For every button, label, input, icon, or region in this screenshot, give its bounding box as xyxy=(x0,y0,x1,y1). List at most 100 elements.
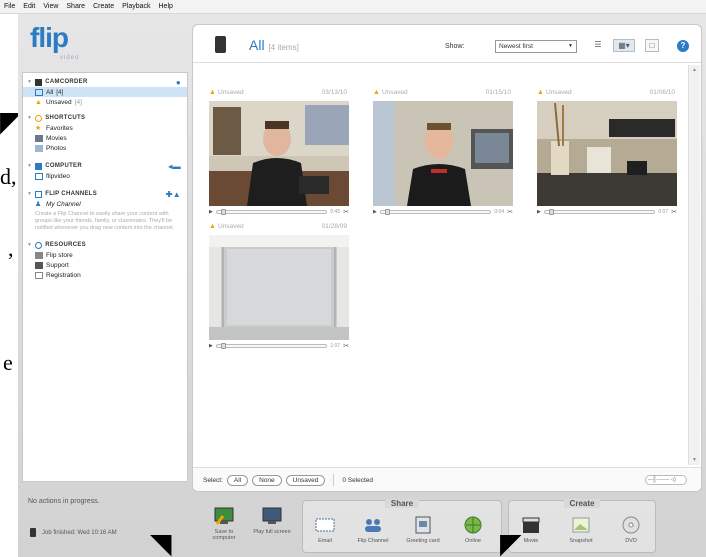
clip-card[interactable]: ▲ Unsaved 01/06/10 ▶ 0:07 ✂ xyxy=(537,89,677,217)
action-label: Email xyxy=(318,538,332,544)
clip-thumbnail[interactable] xyxy=(537,101,677,206)
seek-handle[interactable] xyxy=(384,209,390,215)
play-full-screen-button[interactable]: Play full screen xyxy=(252,506,292,535)
sidebar-item-movies[interactable]: Movies xyxy=(23,133,187,143)
menu-playback[interactable]: Playback xyxy=(122,3,150,10)
seek-bar[interactable] xyxy=(379,209,492,215)
volume-slider[interactable]: ─╢─── ◃) xyxy=(645,475,687,485)
sidebar-item-all[interactable]: All [4] xyxy=(23,87,187,97)
vertical-scrollbar[interactable]: ▲ ▼ xyxy=(688,65,700,465)
list-view-icon[interactable]: ☰ xyxy=(591,39,605,52)
clip-status: Unsaved xyxy=(217,223,244,230)
clip-player: ▶ 0:45 ✂ xyxy=(209,208,349,216)
sidebar-item-label: Favorites xyxy=(46,124,73,132)
star-icon: ★ xyxy=(35,124,42,132)
grid-view-icon[interactable]: ▦▾ xyxy=(613,39,635,52)
selection-bar: Select: All None Unsaved 0 Selected ─╢──… xyxy=(193,467,701,491)
section-shortcuts[interactable]: ▼ SHORTCUTS xyxy=(23,113,187,123)
create-snapshot-button[interactable]: Snapshot xyxy=(561,515,601,544)
trim-icon[interactable]: ✂ xyxy=(507,208,513,216)
scroll-up-icon[interactable]: ▲ xyxy=(689,65,700,75)
sidebar-item-count: [4] xyxy=(74,98,82,106)
single-view-icon[interactable]: □ xyxy=(645,39,659,52)
divider xyxy=(333,474,335,486)
clip-thumbnail[interactable] xyxy=(373,101,513,206)
menu-edit[interactable]: Edit xyxy=(23,3,35,10)
select-none-button[interactable]: None xyxy=(252,474,282,486)
seek-bar[interactable] xyxy=(215,209,328,215)
seek-handle[interactable] xyxy=(220,343,226,349)
play-icon[interactable]: ▶ xyxy=(373,209,377,215)
section-resources[interactable]: ▼ RESOURCES xyxy=(23,240,187,250)
collapse-icon[interactable]: ▼ xyxy=(27,191,32,197)
seek-handle[interactable] xyxy=(548,209,554,215)
help-icon[interactable]: ? xyxy=(677,40,689,52)
play-icon[interactable]: ▶ xyxy=(209,343,213,349)
channel-icon xyxy=(35,190,43,198)
sidebar-item-unsaved[interactable]: ▲ Unsaved [4] xyxy=(23,97,187,107)
job-text: Job finished: Wed 10:16 AM xyxy=(42,529,117,536)
people-icon xyxy=(365,519,381,532)
play-icon[interactable]: ▶ xyxy=(537,209,541,215)
create-title: Create xyxy=(509,499,655,508)
trim-icon[interactable]: ✂ xyxy=(343,342,349,350)
share-title-text: Share xyxy=(384,499,420,508)
section-title: RESOURCES xyxy=(45,242,86,248)
share-online-button[interactable]: Online xyxy=(453,515,493,544)
sidebar-item-photos[interactable]: Photos xyxy=(23,143,187,153)
share-flip-channel-button[interactable]: Flip Channel xyxy=(353,515,393,544)
clip-thumbnail[interactable] xyxy=(209,101,349,206)
clip-card[interactable]: ▲ Unsaved 01/28/09 ▶ 1:07 ✂ xyxy=(209,223,349,351)
sidebar-item-my-channel[interactable]: ♟ My Channel xyxy=(23,199,187,209)
seek-bar[interactable] xyxy=(543,209,656,215)
photo-icon xyxy=(35,144,43,152)
clapboard-icon xyxy=(522,517,540,533)
seek-bar[interactable] xyxy=(215,343,328,349)
trim-icon[interactable]: ✂ xyxy=(671,208,677,216)
sidebar-item-favorites[interactable]: ★ Favorites xyxy=(23,123,187,133)
clip-thumbnail[interactable] xyxy=(209,235,349,340)
select-unsaved-button[interactable]: Unsaved xyxy=(285,474,326,486)
section-flip-channels[interactable]: ▼ FLIP CHANNELS ✚▲ xyxy=(23,189,187,199)
sort-dropdown[interactable]: Newest first ▼ xyxy=(495,40,577,53)
section-camcorder[interactable]: ▼ CAMCORDER ● xyxy=(23,77,187,87)
person-icon: ♟ xyxy=(35,200,42,208)
menu-create[interactable]: Create xyxy=(93,3,114,10)
clip-date: 01/28/09 xyxy=(321,223,347,230)
clip-duration: 1:07 xyxy=(330,343,341,349)
eject-icon[interactable]: ● xyxy=(176,78,181,87)
clip-card[interactable]: ▲ Unsaved 03/13/10 ▶ 0:45 ✂ xyxy=(209,89,349,217)
scroll-down-icon[interactable]: ▼ xyxy=(689,455,700,465)
share-email-button[interactable]: Email xyxy=(305,515,345,544)
greeting-card-icon xyxy=(415,516,431,534)
sidebar-item-support[interactable]: Support xyxy=(23,260,187,270)
trim-icon[interactable]: ✂ xyxy=(343,208,349,216)
menu-view[interactable]: View xyxy=(43,3,58,10)
annotation-arrow: ◤ xyxy=(500,528,522,557)
collapse-icon[interactable]: ▼ xyxy=(27,242,32,248)
seek-handle[interactable] xyxy=(220,209,226,215)
section-title: CAMCORDER xyxy=(45,79,88,85)
sidebar-item-flipvideo[interactable]: flipvideo xyxy=(23,171,187,181)
play-icon[interactable]: ▶ xyxy=(209,209,213,215)
clip-date: 01/15/10 xyxy=(485,89,511,96)
camcorder-icon xyxy=(35,78,43,86)
share-greeting-card-button[interactable]: Greeting card xyxy=(403,515,443,544)
clip-date: 03/13/10 xyxy=(321,89,347,96)
save-to-computer-button[interactable]: Save to computer xyxy=(204,506,244,541)
add-folder-icon[interactable]: ◂▬ xyxy=(168,162,181,171)
collapse-icon[interactable]: ▼ xyxy=(27,79,32,85)
sidebar-item-registration[interactable]: Registration xyxy=(23,270,187,280)
menu-help[interactable]: Help xyxy=(159,3,173,10)
add-channel-icon[interactable]: ✚▲ xyxy=(166,190,181,199)
collapse-icon[interactable]: ▼ xyxy=(27,163,32,169)
collapse-icon[interactable]: ▼ xyxy=(27,115,32,121)
select-all-button[interactable]: All xyxy=(226,474,249,486)
clip-header: ▲ Unsaved 03/13/10 xyxy=(209,89,349,99)
menu-file[interactable]: File xyxy=(4,3,15,10)
section-computer[interactable]: ▼ COMPUTER ◂▬ xyxy=(23,161,187,171)
create-dvd-button[interactable]: DVD xyxy=(611,515,651,544)
menu-share[interactable]: Share xyxy=(66,3,85,10)
sidebar-item-flip-store[interactable]: Flip store xyxy=(23,250,187,260)
clip-card[interactable]: ▲ Unsaved 01/15/10 ▶ 0:04 ✂ xyxy=(373,89,513,217)
